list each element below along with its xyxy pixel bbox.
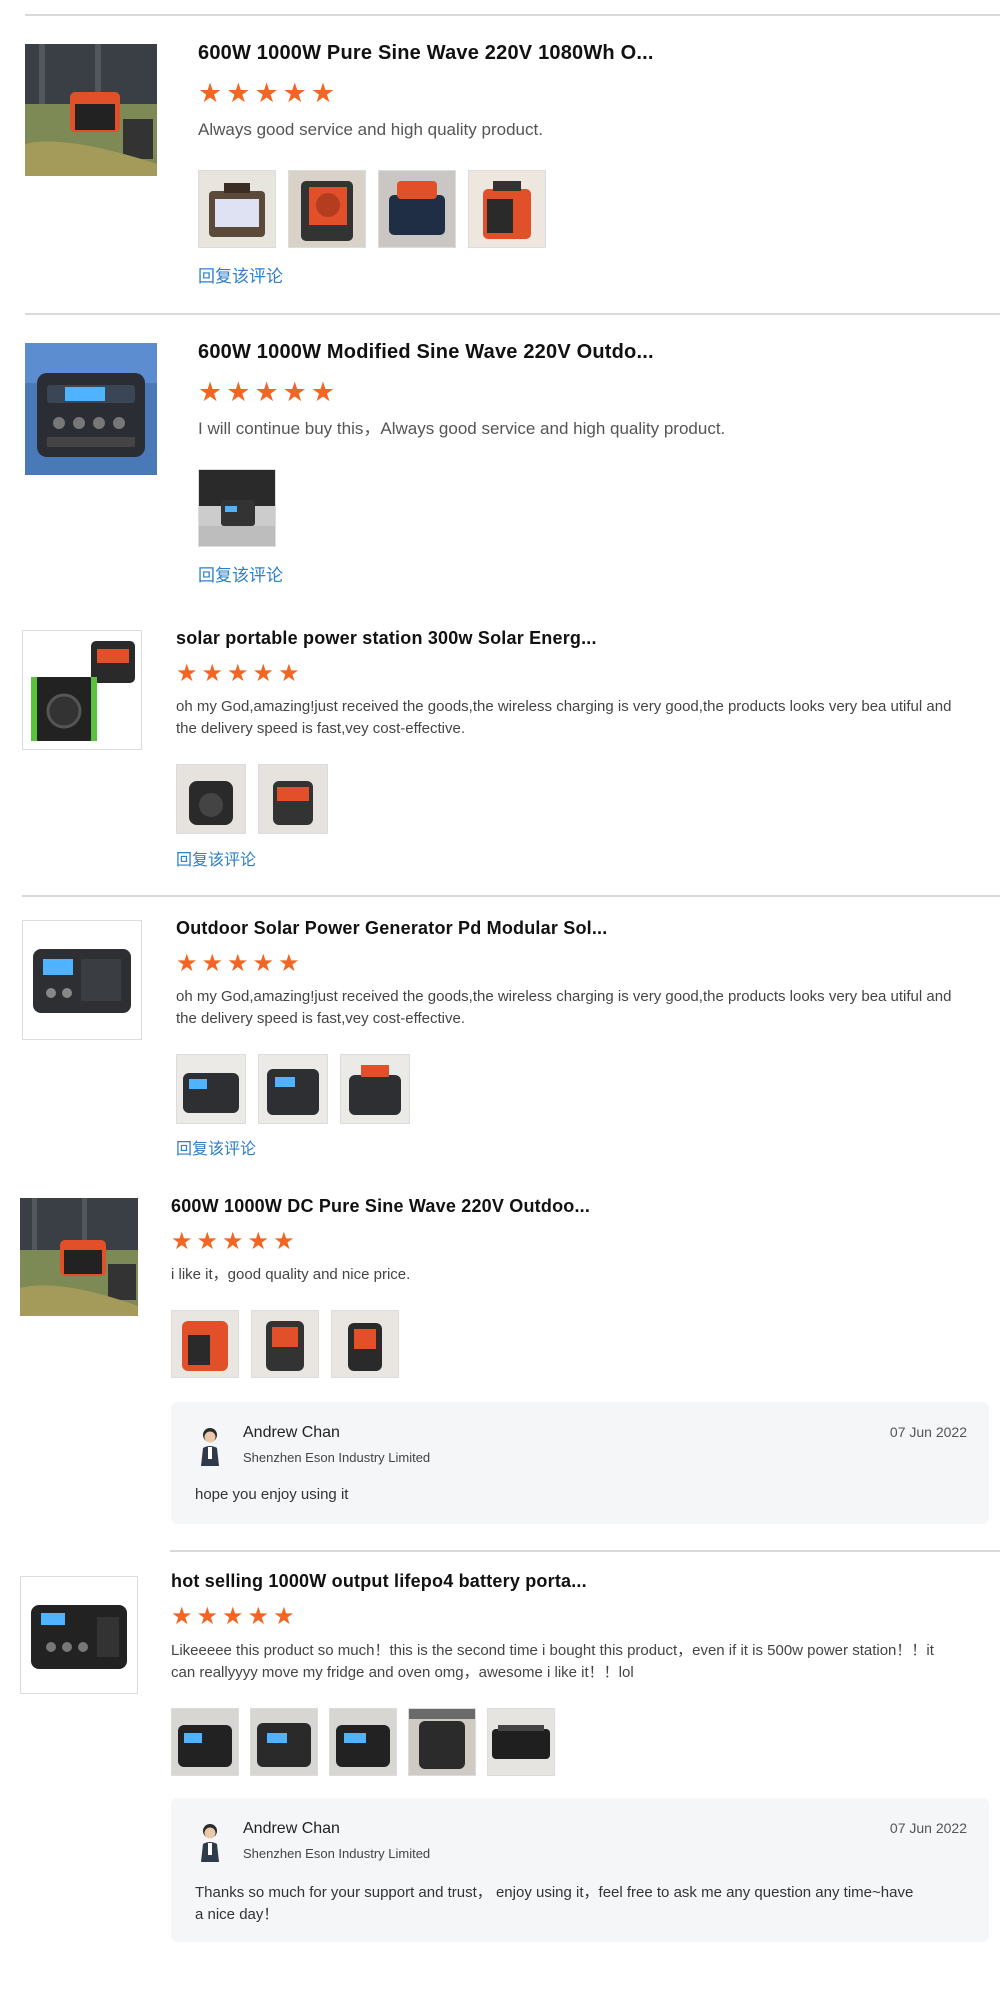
star-icon: ★: [252, 950, 275, 977]
reply-date: 07 Jun 2022: [889, 1820, 967, 1836]
avatar-icon: [199, 1426, 221, 1466]
product-thumbnail[interactable]: [25, 343, 157, 475]
product-title[interactable]: 600W 1000W Modified Sine Wave 220V Outdo…: [198, 341, 654, 364]
star-icon: ★: [310, 78, 336, 108]
star-icon: ★: [310, 377, 336, 407]
review-photos: [176, 764, 328, 834]
review-photo[interactable]: [468, 170, 546, 248]
star-icon: ★: [176, 660, 198, 687]
star-icon: ★: [247, 1228, 270, 1255]
star-icon: ★: [226, 377, 251, 407]
review-photo[interactable]: [171, 1708, 239, 1776]
review-photo[interactable]: [378, 170, 456, 248]
review-photo[interactable]: [198, 170, 276, 248]
star-icon: ★: [171, 1603, 193, 1630]
reply-author-name: Andrew Chan: [243, 1424, 340, 1441]
avatar-icon: [199, 1822, 221, 1862]
review-photo[interactable]: [251, 1310, 319, 1378]
star-icon: ★: [201, 950, 224, 977]
review-text: i like it，good quality and nice price.: [171, 1266, 411, 1283]
product-thumbnail[interactable]: [20, 1576, 138, 1694]
reply-date: 07 Jun 2022: [889, 1424, 967, 1440]
review-photo[interactable]: [258, 764, 328, 834]
rating-stars: ★ ★ ★ ★ ★: [198, 80, 335, 107]
product-title[interactable]: 600W 1000W Pure Sine Wave 220V 1080Wh O.…: [198, 42, 654, 65]
star-icon: ★: [198, 78, 223, 108]
star-icon: ★: [227, 660, 249, 687]
product-title[interactable]: 600W 1000W DC Pure Sine Wave 220V Outdoo…: [171, 1196, 590, 1217]
review-photo[interactable]: [250, 1708, 318, 1776]
star-icon: ★: [196, 1603, 219, 1630]
divider: [25, 14, 1000, 16]
review-photo[interactable]: [176, 764, 246, 834]
divider: [25, 313, 1000, 315]
star-icon: ★: [222, 1603, 244, 1630]
star-icon: ★: [171, 1228, 193, 1255]
star-icon: ★: [247, 1603, 270, 1630]
product-thumbnail[interactable]: [22, 630, 142, 750]
review-photo[interactable]: [258, 1054, 328, 1124]
reply-message: hope you enjoy using it: [195, 1486, 349, 1503]
review-photos: [171, 1708, 555, 1776]
review-photo[interactable]: [329, 1708, 397, 1776]
reply-author-company: Shenzhen Eson Industry Limited: [243, 1450, 431, 1465]
star-icon: ★: [282, 377, 307, 407]
rating-stars: ★ ★ ★ ★ ★: [176, 952, 300, 976]
seller-reply: Andrew Chan Shenzhen Eson Industry Limit…: [171, 1402, 989, 1524]
review-text: oh my God,amazing!just received the good…: [176, 698, 952, 737]
review-text: oh my God,amazing!just received the good…: [176, 988, 952, 1027]
review-photo[interactable]: [487, 1708, 555, 1776]
star-icon: ★: [278, 950, 300, 977]
product-thumbnail[interactable]: [20, 1198, 138, 1316]
review-photos: [176, 1054, 410, 1124]
review-photo[interactable]: [171, 1310, 239, 1378]
star-icon: ★: [273, 1228, 295, 1255]
review-photo[interactable]: [176, 1054, 246, 1124]
review-text: Always good service and high quality pro…: [198, 120, 543, 139]
review-photo[interactable]: [340, 1054, 410, 1124]
review-photo[interactable]: [408, 1708, 476, 1776]
seller-reply: Andrew Chan Shenzhen Eson Industry Limit…: [171, 1798, 989, 1942]
review-photos: [198, 469, 276, 547]
star-icon: ★: [196, 1228, 219, 1255]
reply-to-review-link[interactable]: 回复该评论: [198, 262, 283, 287]
star-icon: ★: [254, 377, 279, 407]
review-photos: [198, 170, 546, 248]
rating-stars: ★ ★ ★ ★ ★: [171, 1230, 295, 1254]
reply-author-name: Andrew Chan: [243, 1820, 340, 1837]
product-title[interactable]: hot selling 1000W output lifepo4 battery…: [171, 1571, 587, 1592]
review-text: I will continue buy this，Always good ser…: [198, 419, 726, 438]
reply-message: Thanks so much for your support and trus…: [195, 1884, 914, 1923]
reply-to-review-link[interactable]: 回复该评论: [176, 846, 256, 870]
review-photo[interactable]: [288, 170, 366, 248]
reply-to-review-link[interactable]: 回复该评论: [176, 1135, 256, 1159]
product-title[interactable]: Outdoor Solar Power Generator Pd Modular…: [176, 918, 607, 939]
divider: [170, 1550, 1000, 1552]
star-icon: ★: [198, 377, 223, 407]
review-photo[interactable]: [331, 1310, 399, 1378]
star-icon: ★: [222, 1228, 244, 1255]
star-icon: ★: [226, 78, 251, 108]
review-photos: [171, 1310, 399, 1378]
star-icon: ★: [273, 1603, 295, 1630]
review-text: Likeeeee this product so much！this is th…: [171, 1642, 934, 1681]
reply-to-review-link[interactable]: 回复该评论: [198, 561, 283, 586]
review-photo[interactable]: [198, 469, 276, 547]
star-icon: ★: [252, 660, 275, 687]
rating-stars: ★ ★ ★ ★ ★: [176, 662, 300, 686]
star-icon: ★: [278, 660, 300, 687]
product-thumbnail[interactable]: [22, 920, 142, 1040]
star-icon: ★: [254, 78, 279, 108]
star-icon: ★: [176, 950, 198, 977]
star-icon: ★: [201, 660, 224, 687]
product-thumbnail[interactable]: [25, 44, 157, 176]
product-title[interactable]: solar portable power station 300w Solar …: [176, 628, 597, 649]
star-icon: ★: [227, 950, 249, 977]
star-icon: ★: [282, 78, 307, 108]
rating-stars: ★ ★ ★ ★ ★: [171, 1605, 295, 1629]
divider: [22, 895, 1000, 897]
reply-author-company: Shenzhen Eson Industry Limited: [243, 1846, 431, 1861]
rating-stars: ★ ★ ★ ★ ★: [198, 379, 335, 406]
